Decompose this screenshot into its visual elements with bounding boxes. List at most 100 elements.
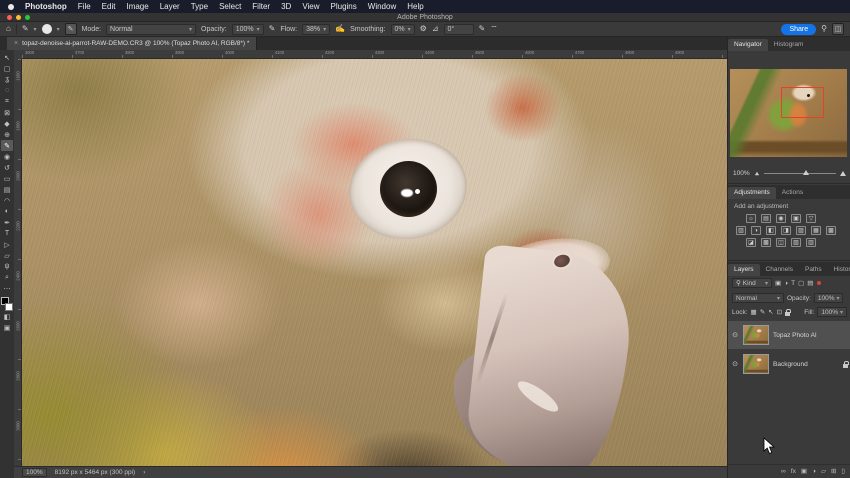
screen-mode-button[interactable]: ▣ [1,322,13,333]
opacity-select[interactable]: 100% ▾ [231,23,264,35]
tool-clone-stamp[interactable]: ◉ [1,151,13,162]
layer-row-background[interactable]: ⊙ Background [728,350,850,378]
tool-healing-brush[interactable]: ⊕ [1,129,13,140]
vibrance-icon[interactable]: ▽ [806,214,816,223]
color-lookup-icon[interactable]: ▦ [811,226,821,235]
tool-gradient[interactable]: ▤ [1,184,13,195]
navigator-zoom-value[interactable]: 100% [733,170,750,177]
pressure-opacity-icon[interactable]: ✎ [269,25,276,33]
layer-name[interactable]: Topaz Photo AI [773,332,817,339]
lock-all-icon[interactable] [785,308,791,316]
horizontal-ruler[interactable]: 3600 3700 3800 3900 4000 4100 4200 4300 … [22,50,727,59]
layer-name[interactable]: Background [773,361,808,368]
tab-channels[interactable]: Channels [760,264,799,276]
workspace-switcher-icon[interactable]: ◫ [832,23,844,35]
close-tab-icon[interactable]: × [14,40,18,47]
tool-hand[interactable]: ψ [1,261,13,272]
layer-fill-select[interactable]: 100% ▾ [817,307,847,317]
menu-photoshop[interactable]: Photoshop [25,2,67,11]
filter-adjustment-icon[interactable]: ◑ [784,280,788,287]
black-white-icon[interactable]: ◧ [766,226,776,235]
menu-image[interactable]: Image [126,2,148,11]
filter-shape-icon[interactable]: ▢ [798,279,804,287]
menu-help[interactable]: Help [407,2,423,11]
layer-visibility-icon[interactable]: ⊙ [731,360,739,368]
new-adjustment-icon[interactable]: ◑ [812,468,816,475]
tool-lasso[interactable]: ʓ [1,74,13,85]
tool-move[interactable]: ↖ [1,52,13,63]
menu-file[interactable]: File [78,2,91,11]
pattern-icon[interactable]: ▩ [826,226,836,235]
layer-visibility-icon[interactable]: ⊙ [731,331,739,339]
navigator-view-box[interactable] [781,86,824,119]
menu-view[interactable]: View [302,2,319,11]
invert-icon[interactable]: ◪ [746,238,756,247]
tab-actions[interactable]: Actions [776,187,809,199]
layer-opacity-select[interactable]: 100% ▾ [813,293,844,303]
add-mask-icon[interactable]: ▣ [801,467,807,475]
brush-size-preview[interactable] [41,24,52,34]
tool-shape[interactable]: ▱ [1,250,13,261]
layer-thumbnail[interactable] [743,354,769,374]
tool-crop[interactable]: ⌗ [1,96,13,107]
zoom-out-icon[interactable] [754,171,759,175]
layer-effects-icon[interactable]: fx [791,468,796,475]
tool-path-select[interactable]: ▷ [1,239,13,250]
document-tab[interactable]: × topaz-denoise-ai-parrot-RAW-DEMO.CR3 @… [7,37,258,50]
new-group-icon[interactable]: ▱ [821,467,826,475]
zoom-in-icon[interactable] [840,170,846,176]
tab-navigator[interactable]: Navigator [728,39,768,51]
more-tools-button[interactable]: ⋯ [1,283,13,294]
lock-artboard-icon[interactable]: ⊡ [777,308,782,316]
filter-smart-object-icon[interactable]: ▤ [807,279,813,287]
menu-edit[interactable]: Edit [102,2,116,11]
tool-brush[interactable]: ✎ [1,140,13,151]
smoothing-select[interactable]: 0% ▾ [390,23,415,35]
brightness-contrast-icon[interactable]: ☼ [746,214,756,223]
photo-filter-icon[interactable]: ◨ [781,226,791,235]
tool-marquee[interactable]: ▢ [1,63,13,74]
menu-3d[interactable]: 3D [281,2,291,11]
hue-saturation-icon[interactable]: ▥ [736,226,746,235]
delete-layer-icon[interactable]: ▯ [841,467,845,475]
blend-mode-select[interactable]: Normal ▾ [106,23,197,35]
apple-menu-icon[interactable] [8,3,14,10]
filter-type-icon[interactable]: T [791,280,795,287]
menu-type[interactable]: Type [191,2,208,11]
document-canvas-image[interactable] [22,59,727,466]
airbrush-icon[interactable]: ✍ [335,25,345,33]
tool-frame[interactable]: ⊠ [1,107,13,118]
menu-plugins[interactable]: Plugins [331,2,357,11]
vertical-ruler[interactable]: 1600 1800 2000 2200 2400 2600 2800 3000 [14,59,22,466]
zoom-slider-thumb[interactable] [803,170,810,175]
lock-paint-icon[interactable]: ✎ [760,308,765,316]
layer-filter-kind-select[interactable]: ⚲ Kind ▾ [732,278,772,288]
link-layers-icon[interactable]: ∞ [781,468,786,475]
symmetry-icon[interactable]: ⌔ [490,25,498,33]
tool-eyedropper[interactable]: ◆ [1,118,13,129]
filter-pixel-icon[interactable]: ▣ [775,279,781,287]
tool-object-selection[interactable]: ◌ [1,85,13,96]
share-button[interactable]: Share [781,23,817,35]
quick-mask-button[interactable]: ◧ [1,311,13,322]
menu-select[interactable]: Select [219,2,241,11]
tab-paths[interactable]: Paths [799,264,828,276]
tab-history[interactable]: History [828,264,850,276]
filter-toggle-icon[interactable] [817,281,822,285]
tool-zoom[interactable]: ⌕ [1,272,13,283]
home-icon[interactable]: ⌂ [6,25,11,33]
status-chevron-icon[interactable]: › [143,469,145,476]
lock-transparent-icon[interactable]: ▦ [751,308,757,316]
brush-panel-toggle-icon[interactable]: ✎ [64,23,77,35]
pressure-size-icon[interactable]: ✎ [479,25,486,33]
levels-icon[interactable]: ▤ [761,214,771,223]
exposure-icon[interactable]: ▣ [791,214,801,223]
search-icon[interactable]: ⚲ [821,25,827,33]
color-swatches[interactable] [1,297,13,311]
lock-move-icon[interactable]: ↖ [768,308,773,316]
layer-blend-mode-select[interactable]: Normal ▾ [732,293,784,303]
menu-layer[interactable]: Layer [160,2,180,11]
tab-histogram[interactable]: Histogram [768,39,810,51]
brush-angle-field[interactable]: 0° [443,23,474,35]
tool-pen[interactable]: ✒ [1,217,13,228]
